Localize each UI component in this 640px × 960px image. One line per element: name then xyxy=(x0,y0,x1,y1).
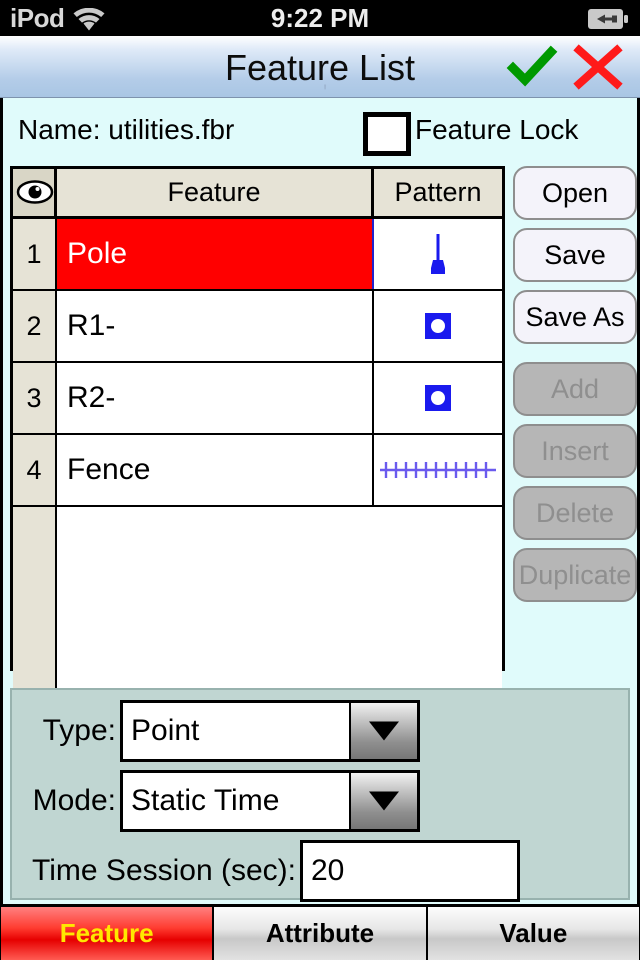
battery-charging-icon xyxy=(588,9,628,29)
fence-line-symbol-icon xyxy=(380,462,496,478)
row-feature-name[interactable]: Fence xyxy=(57,435,374,505)
tab-feature[interactable]: Feature xyxy=(1,907,213,960)
row-number: 3 xyxy=(13,363,57,433)
cancel-button[interactable] xyxy=(570,42,626,92)
feature-settings-panel: Type: Point Mode: Static Time Time Sessi… xyxy=(10,688,630,902)
square-symbol-icon xyxy=(425,385,451,411)
row-pattern-cell[interactable] xyxy=(374,219,502,289)
row-feature-name[interactable]: R2- xyxy=(57,363,374,433)
square-symbol-icon xyxy=(425,313,451,339)
status-bar: iPod 9:22 PM xyxy=(0,0,640,36)
feature-table: Feature Pattern 1 Pole 2 R1- 3 R2- 4 Fen… xyxy=(10,166,505,707)
mode-label: Mode: xyxy=(32,784,116,817)
eye-icon[interactable] xyxy=(16,177,54,207)
save-button[interactable]: Save xyxy=(513,228,637,282)
file-name-label: Name: utilities.fbr xyxy=(18,114,235,145)
main-content: Name: utilities.fbr Feature Lock Feature… xyxy=(0,98,640,920)
type-label: Type: xyxy=(42,714,116,747)
insert-button: Insert xyxy=(513,424,637,478)
table-empty-area xyxy=(13,507,502,707)
visibility-column-header[interactable] xyxy=(13,169,57,216)
row-pattern-cell[interactable] xyxy=(374,291,502,361)
mode-value: Static Time xyxy=(131,784,280,817)
table-header: Feature Pattern xyxy=(13,169,502,219)
open-button[interactable]: Open xyxy=(513,166,637,220)
row-number: 1 xyxy=(13,219,57,289)
row-feature-name[interactable]: Pole xyxy=(57,219,374,289)
app-screen: iPod 9:22 PM Feature List ' Name: utilit… xyxy=(0,0,640,960)
row-pattern-cell[interactable] xyxy=(374,435,502,505)
row-pattern-cell[interactable] xyxy=(374,363,502,433)
accept-button[interactable] xyxy=(504,42,560,92)
table-row[interactable]: 2 R1- xyxy=(13,291,502,363)
chevron-down-icon[interactable] xyxy=(349,703,417,759)
chevron-down-icon[interactable] xyxy=(349,773,417,829)
mode-dropdown[interactable]: Static Time xyxy=(120,770,420,832)
empty-rows xyxy=(57,507,502,707)
feature-lock-checkbox[interactable] xyxy=(363,112,411,156)
table-row[interactable]: 3 R2- xyxy=(13,363,502,435)
side-button-group: Open Save Save As Add Insert Delete Dupl… xyxy=(513,166,637,610)
save-as-button[interactable]: Save As xyxy=(513,290,637,344)
add-button: Add xyxy=(513,362,637,416)
title-bar: Feature List ' xyxy=(0,36,640,105)
time-session-label: Time Session (sec): xyxy=(32,854,296,887)
feature-column-header[interactable]: Feature xyxy=(57,169,374,216)
table-row[interactable]: 4 Fence xyxy=(13,435,502,507)
clock-label: 9:22 PM xyxy=(270,3,370,33)
name-row: Name: utilities.fbr Feature Lock xyxy=(3,98,637,158)
duplicate-button: Duplicate xyxy=(513,548,637,602)
row-feature-name[interactable]: R1- xyxy=(57,291,374,361)
time-session-input[interactable]: 20 xyxy=(300,840,520,902)
row-number-gutter xyxy=(13,507,57,707)
row-number: 4 xyxy=(13,435,57,505)
row-number: 2 xyxy=(13,291,57,361)
tab-bar: Feature Attribute Value xyxy=(0,904,640,960)
tab-attribute[interactable]: Attribute xyxy=(214,907,426,960)
pattern-column-header[interactable]: Pattern xyxy=(374,169,502,216)
pole-symbol-icon xyxy=(431,234,445,274)
delete-button: Delete xyxy=(513,486,637,540)
type-dropdown[interactable]: Point xyxy=(120,700,420,762)
tab-value[interactable]: Value xyxy=(427,907,639,960)
type-value: Point xyxy=(131,714,200,747)
table-row[interactable]: 1 Pole xyxy=(13,219,502,291)
feature-lock-label: Feature Lock xyxy=(415,114,579,145)
